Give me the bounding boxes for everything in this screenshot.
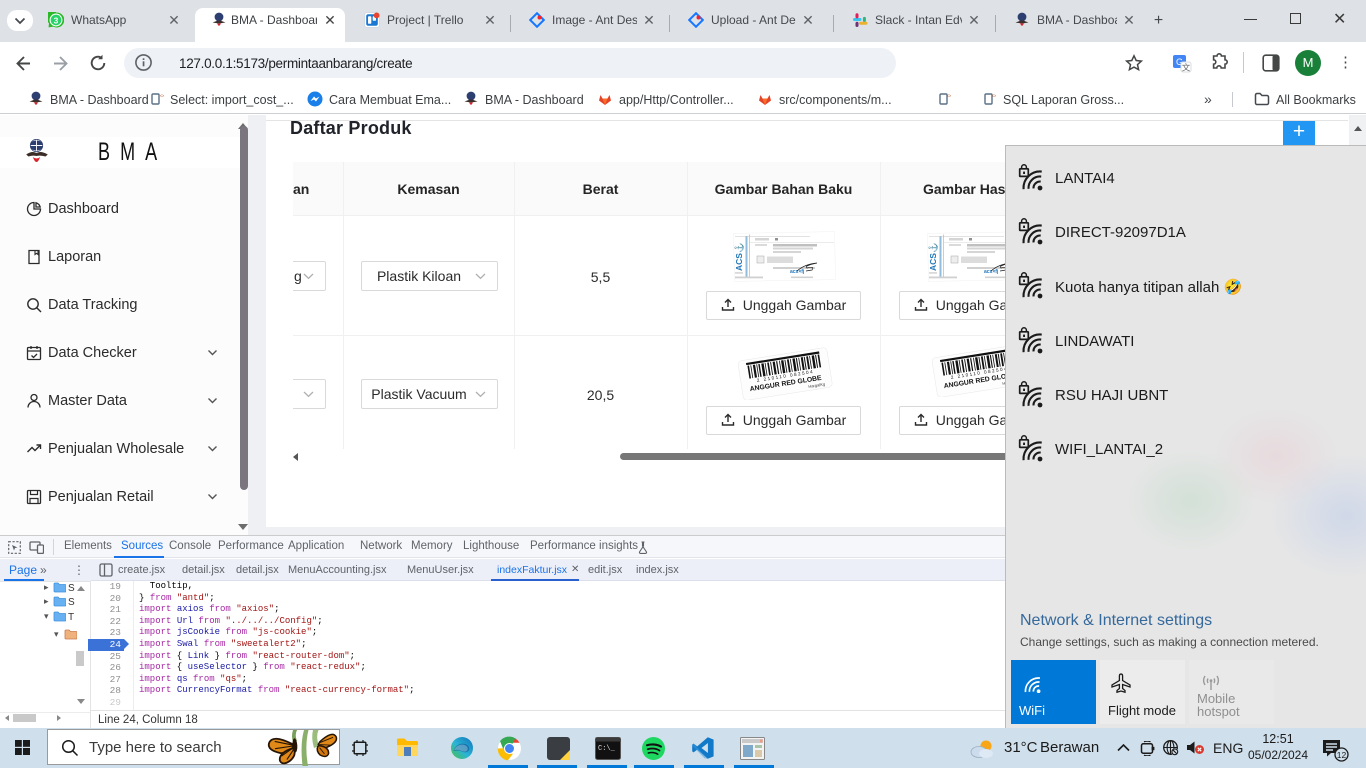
svg-text:C:\_: C:\_: [598, 745, 616, 753]
svg-text:‹›: ‹›: [947, 94, 951, 100]
svg-text:ACS⚓: ACS⚓: [928, 242, 938, 271]
svg-text:‹›: ‹›: [992, 94, 996, 100]
svg-text:12: 12: [1337, 750, 1347, 760]
svg-text:acs×fj: acs×fj: [790, 269, 805, 275]
svg-text:‹›: ‹›: [160, 94, 164, 100]
svg-text:文: 文: [1182, 63, 1191, 73]
svg-text:3: 3: [54, 15, 59, 25]
svg-text:acs×fj: acs×fj: [984, 269, 999, 275]
svg-text:ACS⚓: ACS⚓: [734, 242, 744, 271]
